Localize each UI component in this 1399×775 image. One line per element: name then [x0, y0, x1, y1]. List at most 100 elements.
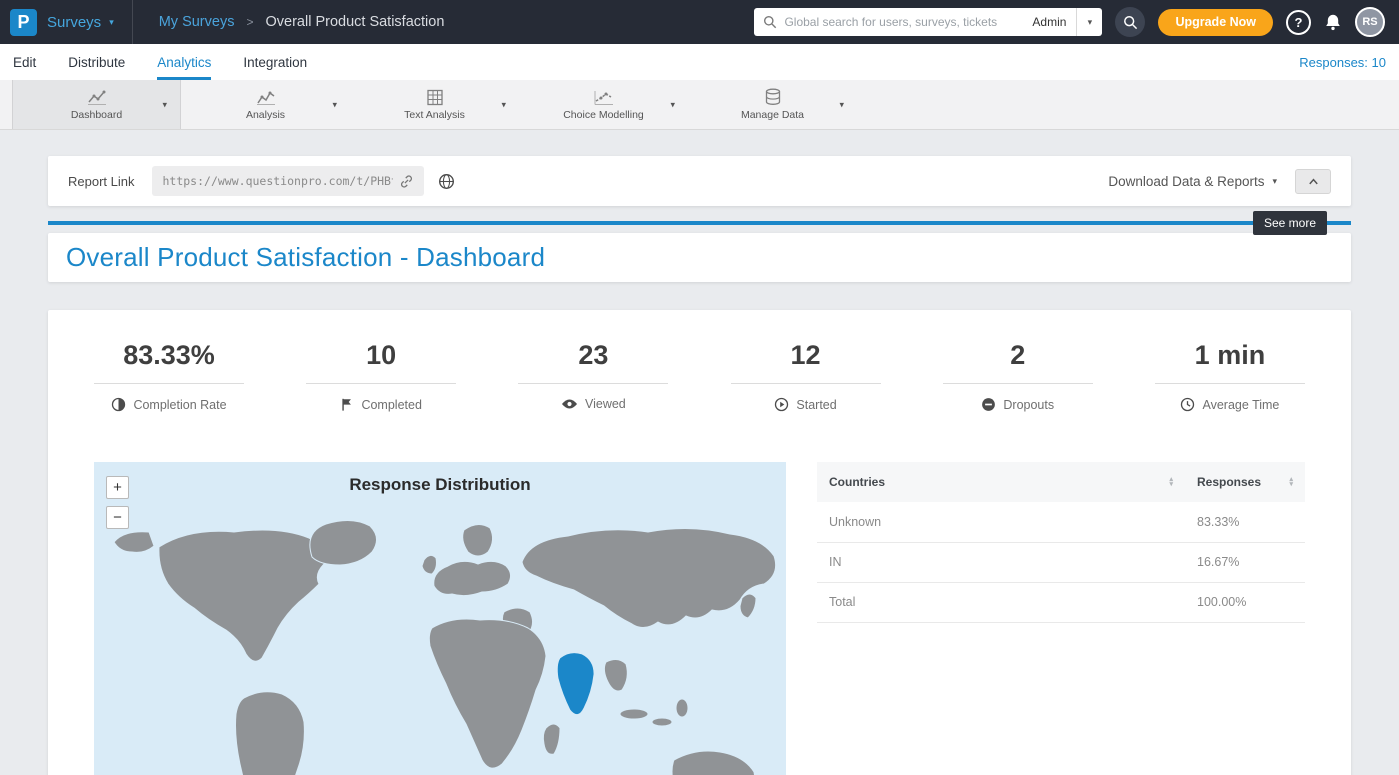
stat-value: 1 min	[1155, 340, 1305, 384]
top-header: P Surveys ▾ My Surveys > Overall Product…	[0, 0, 1399, 44]
download-reports-dropdown[interactable]: Download Data & Reports ▾	[1108, 174, 1277, 189]
stat-value: 2	[943, 340, 1093, 384]
column-header-responses[interactable]: Responses ▴▾	[1185, 462, 1305, 502]
responses-count: Responses: 10	[1299, 55, 1386, 70]
sort-icon[interactable]: ▴▾	[1169, 477, 1173, 487]
countries-table: Countries ▴▾ Responses ▴▾	[817, 462, 1305, 623]
report-visibility-button[interactable]	[438, 173, 455, 190]
search-icon	[1123, 15, 1138, 30]
breadcrumb-separator-icon: >	[246, 15, 253, 29]
toolbar-label: Manage Data	[741, 109, 804, 121]
map-title: Response Distribution	[94, 462, 786, 495]
nav-item-edit[interactable]: Edit	[13, 44, 36, 80]
caret-down-icon[interactable]: ▾	[162, 99, 167, 110]
flag-icon	[340, 397, 354, 412]
sort-icon[interactable]: ▴▾	[1289, 477, 1293, 487]
toolbar-dashboard[interactable]: Dashboard ▾	[12, 80, 181, 129]
bell-icon	[1324, 13, 1342, 31]
minus-circle-icon	[981, 397, 996, 412]
responses-cell: 83.33%	[1185, 502, 1305, 542]
search-icon	[763, 15, 777, 29]
caret-down-icon[interactable]: ▾	[839, 99, 844, 110]
global-search-input[interactable]	[784, 15, 1024, 29]
table-icon	[426, 89, 444, 106]
nav-item-integration[interactable]: Integration	[243, 44, 307, 80]
questionpro-logo[interactable]: P	[10, 9, 37, 36]
gauge-icon	[111, 397, 126, 412]
report-url-field[interactable]: https://www.questionpro.com/t/PHBt	[152, 166, 424, 196]
stat-average-time: 1 min Average Time	[1155, 340, 1305, 412]
header-divider	[132, 0, 133, 44]
line-chart-icon	[86, 89, 108, 106]
breadcrumb-my-surveys[interactable]: My Surveys	[159, 14, 235, 30]
stat-label: Completed	[361, 398, 421, 412]
caret-down-icon[interactable]: ▾	[670, 99, 675, 110]
stat-completed: 10 Completed	[306, 340, 456, 412]
india-region	[557, 653, 594, 715]
table-row: IN 16.67%	[817, 542, 1305, 582]
product-name: Surveys	[47, 14, 101, 31]
download-reports-label: Download Data & Reports	[1108, 174, 1264, 189]
stat-completion-rate: 83.33% Completion Rate	[94, 340, 244, 412]
stat-label: Dropouts	[1003, 398, 1054, 412]
globe-icon	[438, 173, 455, 190]
table-row: Total 100.00%	[817, 582, 1305, 622]
caret-down-icon: ▾	[109, 17, 114, 28]
distribution-section: Response Distribution + −	[94, 462, 1305, 775]
database-icon	[764, 88, 782, 106]
toolbar-text-analysis[interactable]: Text Analysis ▾	[350, 80, 519, 129]
stat-label: Viewed	[585, 397, 626, 411]
search-button[interactable]	[1115, 7, 1145, 37]
stat-label: Completion Rate	[133, 398, 226, 412]
toolbar-choice-modelling[interactable]: Choice Modelling ▾	[519, 80, 688, 129]
play-circle-icon	[774, 397, 789, 412]
stat-value: 12	[731, 340, 881, 384]
table-row: Unknown 83.33%	[817, 502, 1305, 542]
caret-down-icon: ▾	[1088, 17, 1093, 28]
avatar[interactable]: RS	[1355, 7, 1385, 37]
stat-label: Average Time	[1202, 398, 1279, 412]
stat-value: 83.33%	[94, 340, 244, 384]
zoom-in-button[interactable]: +	[106, 476, 129, 499]
dashboard-card: 83.33% Completion Rate 10 Completed 23 V…	[48, 310, 1351, 775]
map-zoom-control: + −	[106, 476, 129, 536]
section-divider	[48, 221, 1351, 225]
analytics-toolbar: Dashboard ▾ Analysis ▾ Text Analysis ▾ C…	[0, 80, 1399, 130]
toolbar-analysis[interactable]: Analysis ▾	[181, 80, 350, 129]
stats-row: 83.33% Completion Rate 10 Completed 23 V…	[94, 340, 1305, 412]
country-cell: IN	[817, 542, 1185, 582]
line-chart-icon	[255, 89, 277, 106]
stat-viewed: 23 Viewed	[518, 340, 668, 412]
country-cell: Unknown	[817, 502, 1185, 542]
search-scope-dropdown[interactable]: ▾	[1076, 8, 1102, 36]
zoom-out-button[interactable]: −	[106, 506, 129, 529]
breadcrumb-current: Overall Product Satisfaction	[265, 14, 444, 30]
toolbar-label: Dashboard	[71, 109, 122, 121]
help-button[interactable]: ?	[1286, 10, 1311, 35]
nav-item-analytics[interactable]: Analytics	[157, 44, 211, 80]
toolbar-manage-data[interactable]: Manage Data ▾	[688, 80, 857, 129]
link-icon[interactable]	[399, 174, 414, 189]
stat-label: Started	[796, 398, 836, 412]
world-map[interactable]	[94, 502, 786, 775]
toolbar-label: Text Analysis	[404, 109, 465, 121]
eye-icon	[561, 398, 578, 410]
survey-navbar: Edit Distribute Analytics Integration Re…	[0, 44, 1399, 80]
response-distribution-map[interactable]: Response Distribution + −	[94, 462, 786, 775]
column-header-countries[interactable]: Countries ▴▾	[817, 462, 1185, 502]
nav-item-distribute[interactable]: Distribute	[68, 44, 125, 80]
upgrade-now-button[interactable]: Upgrade Now	[1158, 9, 1273, 36]
breadcrumb: My Surveys > Overall Product Satisfactio…	[159, 14, 445, 30]
toolbar-label: Choice Modelling	[563, 109, 644, 121]
stat-value: 23	[518, 340, 668, 384]
notifications-button[interactable]	[1324, 13, 1342, 31]
product-switcher[interactable]: Surveys ▾	[47, 14, 114, 31]
clock-icon	[1180, 397, 1195, 412]
countries-table-panel: Countries ▴▾ Responses ▴▾	[817, 462, 1305, 775]
see-more-tooltip: See more	[1253, 211, 1327, 235]
header-actions: Admin ▾ Upgrade Now ? RS	[754, 7, 1399, 37]
caret-down-icon[interactable]: ▾	[332, 99, 337, 110]
responses-cell: 100.00%	[1185, 582, 1305, 622]
collapse-panel-button[interactable]	[1295, 169, 1331, 194]
caret-down-icon[interactable]: ▾	[501, 99, 506, 110]
